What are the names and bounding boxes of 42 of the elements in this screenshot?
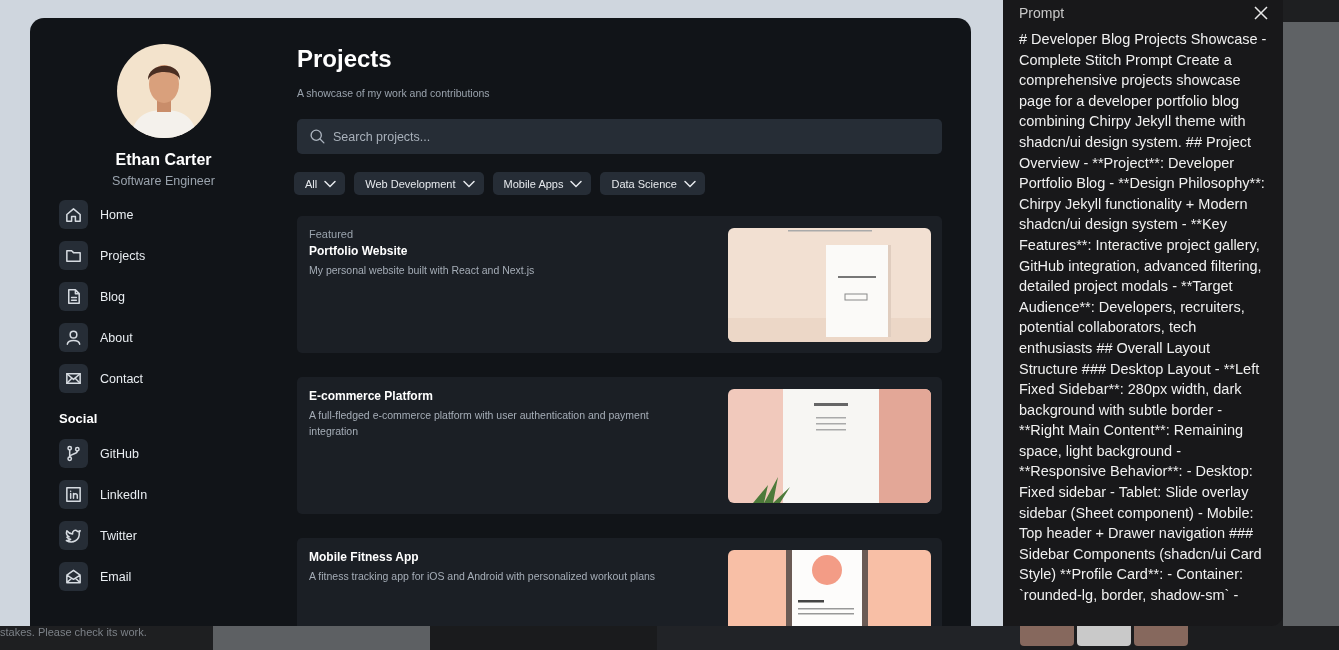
open-envelope-icon (64, 567, 83, 586)
section-heading: Social (59, 411, 98, 426)
page-subtitle: A showcase of my work and contributions (297, 87, 491, 99)
status-text: stakes. Please check its work. (0, 626, 148, 638)
project-description: A fitness tracking app for iOS and Android with personalized workout plans (309, 569, 657, 584)
nav-item[interactable]: LinkedIn (59, 480, 148, 509)
thumbnail[interactable] (1077, 626, 1131, 646)
search-field[interactable]: Search projects... (297, 119, 942, 154)
project-title: Portfolio Website (309, 244, 409, 258)
filter-dropdown[interactable]: All (294, 172, 346, 195)
filter-dropdown[interactable]: Data Science (600, 172, 705, 195)
nav-item[interactable]: Projects (59, 241, 146, 270)
branch-icon (64, 444, 83, 463)
close-button[interactable] (1253, 5, 1269, 21)
thumbnail[interactable] (1134, 626, 1188, 646)
thumbnail[interactable] (1020, 626, 1074, 646)
project-card[interactable]: Featured Portfolio Website My personal website built with React and Next.js (297, 216, 942, 353)
project-description: My personal website built with React and Next.js (309, 263, 536, 278)
linkedin-icon (64, 485, 83, 504)
user-icon (64, 328, 83, 347)
nav-item[interactable]: Email (59, 562, 148, 591)
panel-title: Prompt (1019, 5, 1065, 21)
nav-item[interactable]: GitHub (59, 439, 148, 468)
prompt-text: # Developer Blog Projects Showcase - Complete Stitch Prompt Create a comprehensive projects showcase page for a developer portfolio blog combining Chirpy Jekyll theme with shadcn/ui design system. ## Project Overview - **Project**: Developer Portfolio Blog - **Design Philosophy**: Chirpy Jekyll functionality + Modern shadcn/ui design system - **Key Features**: Interactive project gallery, GitHub integration, advanced filtering, detailed project modals - **Target Audience**: Developers, recruiters, potential collaborators, tech enthusiasts ## Overall Layout Structure ### Desktop Layout - **Left Fixed Sidebar**: 280px width, dark background with subtle border - **Right Main Content**: Remaining space, light background - **Responsive Behavior**: - Desktop: Fixed sidebar - Tablet: Slide overlay sidebar (Sheet component) - Mobile: Top header + Drawer navigation ### Sidebar Components (shadcn/ui Card Style) **Profile Card**: - Container: `rounded-lg, border, shadow-sm` - (1019, 30, 1268, 606)
nav-item[interactable]: Twitter (59, 521, 148, 550)
profile-role: Software Engineer (112, 174, 215, 188)
project-title: Mobile Fitness App (309, 550, 420, 564)
project-card[interactable]: E-commerce Platform A full-fledged e-commerce platform with user authentication and payment integration (297, 377, 942, 514)
nav-item[interactable]: Contact (59, 364, 146, 393)
filter-dropdown[interactable]: Web Development (354, 172, 484, 195)
filter-dropdown[interactable]: Mobile Apps (492, 172, 592, 195)
page-title: Projects (297, 45, 393, 73)
nav-item[interactable]: About (59, 323, 146, 352)
nav-item[interactable]: Home (59, 200, 146, 229)
project-title: E-commerce Platform (309, 389, 435, 403)
nav-item[interactable]: Blog (59, 282, 146, 311)
home-icon (64, 205, 83, 224)
profile-name: Ethan Carter (115, 151, 212, 169)
project-card[interactable]: Mobile Fitness App A fitness tracking app for iOS and Android with personalized workout plans (297, 538, 942, 626)
close-icon (1253, 5, 1269, 21)
project-description: A full-fledged e-commerce platform with user authentication and payment integration (309, 408, 650, 439)
featured-label: Featured (309, 228, 355, 240)
